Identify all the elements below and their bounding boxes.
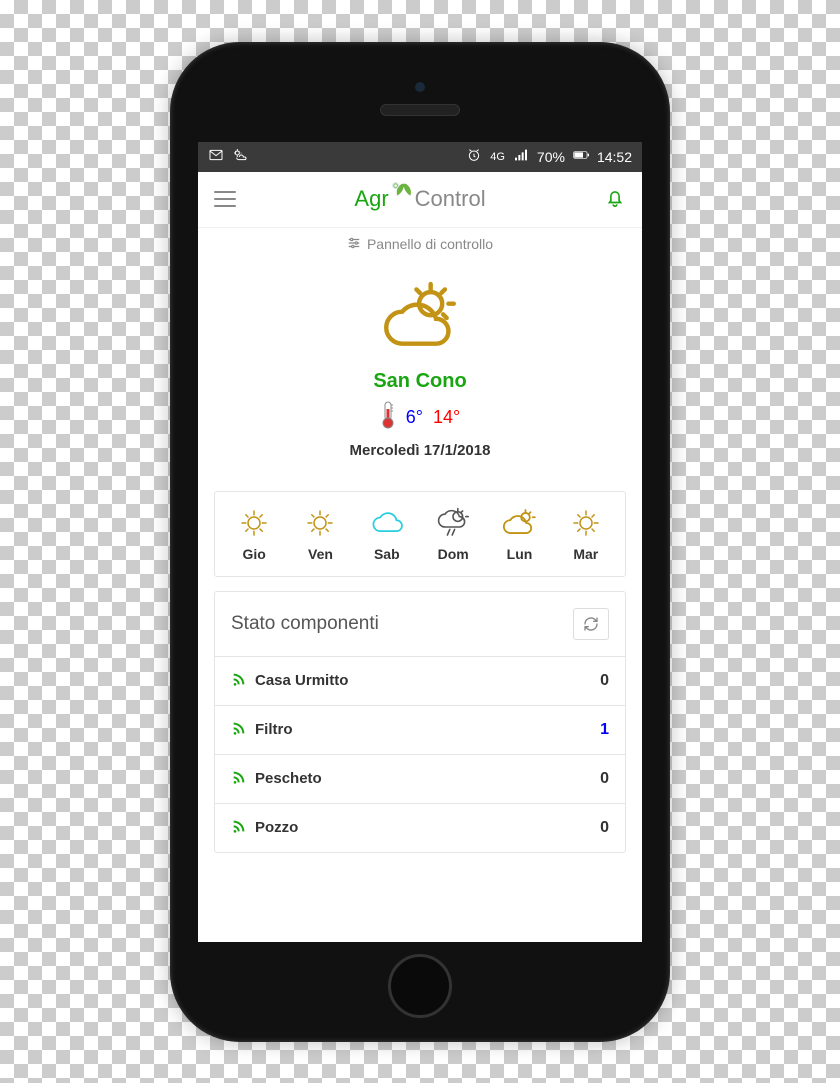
clock-text: 14:52 <box>597 149 632 165</box>
thermometer-icon <box>380 401 396 434</box>
component-value: 0 <box>600 770 609 788</box>
brand-part-1: Agr <box>354 186 388 212</box>
app-screen: 4G 70% 14:52 Agr Control <box>198 142 642 942</box>
forecast-day[interactable]: Dom <box>420 506 486 562</box>
signal-icon <box>231 818 247 838</box>
app-brand: Agr Control <box>354 185 485 213</box>
refresh-button[interactable] <box>573 608 609 640</box>
signal-icon <box>513 147 529 166</box>
cloud-sun-icon <box>486 506 552 540</box>
signal-icon <box>231 671 247 691</box>
component-name: Filtro <box>255 721 293 738</box>
weather-status-icon <box>232 147 248 166</box>
sun-icon <box>221 506 287 540</box>
leaf-icon <box>391 181 413 209</box>
main-content: Pannello di controllo San Cono 6° <box>198 228 642 942</box>
forecast-day[interactable]: Mar <box>553 506 619 562</box>
component-row[interactable]: Filtro 1 <box>215 706 625 755</box>
forecast-day[interactable]: Ven <box>287 506 353 562</box>
temp-high: 14° <box>433 407 460 428</box>
components-header: Stato componenti <box>215 592 625 657</box>
status-bar: 4G 70% 14:52 <box>198 142 642 172</box>
brand-part-2: Control <box>415 186 486 212</box>
forecast-row: Gio Ven Sab <box>214 491 626 577</box>
notifications-button[interactable] <box>604 186 626 213</box>
components-title: Stato componenti <box>231 613 379 635</box>
components-card: Stato componenti Casa Urmitto 0 <box>214 591 626 853</box>
weather-main-icon <box>198 277 642 362</box>
sliders-icon <box>347 236 361 253</box>
component-name: Casa Urmitto <box>255 672 348 689</box>
component-row[interactable]: Pozzo 0 <box>215 804 625 852</box>
forecast-label: Ven <box>287 546 353 562</box>
phone-speaker <box>380 104 460 116</box>
alarm-icon <box>466 147 482 166</box>
sun-icon <box>553 506 619 540</box>
sun-icon <box>287 506 353 540</box>
forecast-label: Mar <box>553 546 619 562</box>
forecast-label: Dom <box>420 546 486 562</box>
forecast-label: Sab <box>354 546 420 562</box>
forecast-day[interactable]: Lun <box>486 506 552 562</box>
signal-icon <box>231 769 247 789</box>
component-row[interactable]: Pescheto 0 <box>215 755 625 804</box>
component-name: Pozzo <box>255 819 298 836</box>
temperature-row: 6° 14° <box>198 401 642 434</box>
network-label: 4G <box>490 151 505 163</box>
component-name: Pescheto <box>255 770 322 787</box>
component-value: 1 <box>600 721 609 739</box>
menu-button[interactable] <box>214 191 236 207</box>
phone-camera <box>415 82 425 92</box>
phone-home-button[interactable] <box>388 954 452 1018</box>
battery-icon <box>573 147 589 166</box>
signal-icon <box>231 720 247 740</box>
weather-date: Mercoledì 17/1/2018 <box>198 442 642 459</box>
battery-text: 70% <box>537 149 565 165</box>
control-panel-link[interactable]: Pannello di controllo <box>198 228 642 267</box>
forecast-label: Gio <box>221 546 287 562</box>
phone-device-frame: 4G 70% 14:52 Agr Control <box>170 42 670 1042</box>
component-row[interactable]: Casa Urmitto 0 <box>215 657 625 706</box>
control-panel-label: Pannello di controllo <box>367 236 493 252</box>
app-header: Agr Control <box>198 172 642 228</box>
city-name: San Cono <box>198 370 642 393</box>
component-value: 0 <box>600 672 609 690</box>
forecast-label: Lun <box>486 546 552 562</box>
weather-summary: San Cono 6° 14° Mercoledì 17/1/2018 <box>198 267 642 477</box>
component-value: 0 <box>600 819 609 837</box>
mail-icon <box>208 147 224 166</box>
temp-low: 6° <box>406 407 423 428</box>
forecast-day[interactable]: Gio <box>221 506 287 562</box>
forecast-day[interactable]: Sab <box>354 506 420 562</box>
storm-icon <box>420 506 486 540</box>
cloud-icon <box>354 506 420 540</box>
